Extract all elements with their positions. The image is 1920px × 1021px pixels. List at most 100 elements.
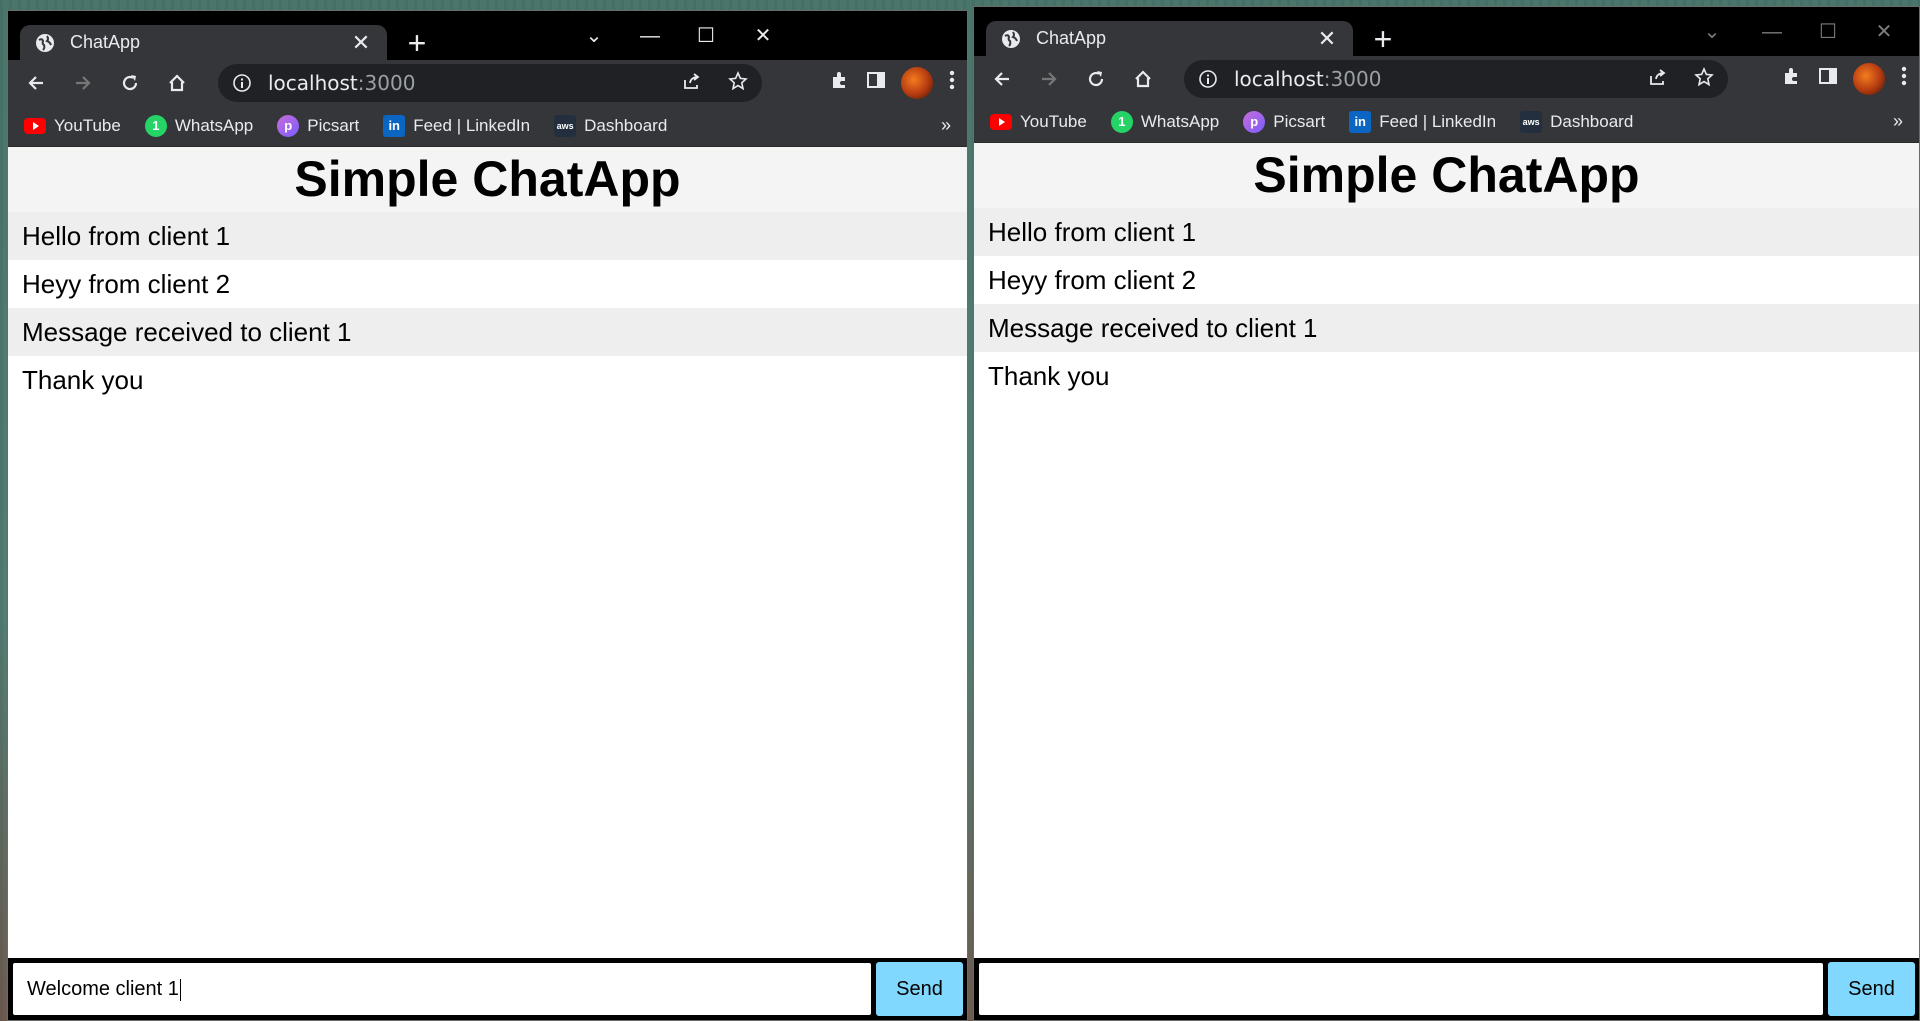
bookmark-label: Picsart [307, 115, 360, 135]
bookmark-picsart[interactable]: p Picsart [1243, 110, 1325, 133]
bookmark-linkedin[interactable]: in Feed | LinkedIn [383, 114, 531, 137]
bookmark-linkedin[interactable]: in Feed | LinkedIn [1349, 110, 1497, 133]
picsart-icon: p [1243, 110, 1266, 133]
bookmark-label: YouTube [1020, 111, 1087, 131]
reload-icon[interactable] [1072, 56, 1119, 101]
bookmark-whatsapp[interactable]: 1 WhatsApp [144, 114, 254, 137]
close-window-button[interactable]: ✕ [743, 21, 783, 51]
address-bar[interactable]: localhost:3000 [218, 64, 762, 102]
forward-arrow-icon[interactable] [1025, 56, 1072, 101]
home-icon[interactable] [1119, 56, 1166, 101]
message-item: Hello from client 1 [8, 212, 967, 260]
extensions-icon[interactable] [1781, 65, 1803, 92]
message-item: Thank you [988, 361, 1110, 391]
bookmarks-bar: YouTube 1 WhatsApp p Picsart in Feed | L… [974, 101, 1919, 143]
forward-arrow-icon[interactable] [59, 60, 106, 105]
bookmark-label: YouTube [54, 115, 121, 135]
bookmark-label: Feed | LinkedIn [413, 115, 531, 135]
message-input[interactable]: Welcome client 1 [12, 962, 872, 1016]
bookmarks-overflow-icon[interactable]: » [941, 115, 951, 136]
more-menu-icon[interactable] [947, 69, 957, 96]
page-content: Simple ChatApp Hello from client 1 Heyy … [974, 143, 1919, 1020]
site-info-icon[interactable] [232, 73, 252, 93]
bookmark-label: Dashboard [1550, 111, 1634, 131]
url-text: localhost:3000 [1234, 67, 1381, 91]
tab-search-icon[interactable]: ⌄ [574, 21, 614, 51]
bookmark-dashboard[interactable]: aws Dashboard [554, 114, 668, 137]
home-icon[interactable] [153, 60, 200, 105]
tab-close-icon[interactable]: ✕ [349, 31, 373, 54]
maximize-button[interactable]: ☐ [686, 21, 726, 51]
share-icon[interactable] [682, 71, 702, 96]
new-tab-button[interactable]: + [400, 27, 434, 59]
send-button[interactable]: Send [1828, 962, 1915, 1016]
message-item: Message received to client 1 [8, 308, 967, 356]
minimize-button[interactable]: — [630, 21, 670, 51]
toolbar: localhost:3000 [974, 56, 1919, 101]
page-content: Simple ChatApp Hello from client 1 Heyy … [8, 147, 967, 1020]
bookmark-youtube[interactable]: YouTube [990, 111, 1087, 133]
site-info-icon[interactable] [1198, 69, 1218, 89]
bookmark-label: Feed | LinkedIn [1379, 111, 1497, 131]
bookmark-dashboard[interactable]: aws Dashboard [1520, 110, 1634, 133]
bookmark-label: Dashboard [584, 115, 668, 135]
linkedin-icon: in [1349, 110, 1372, 133]
youtube-icon [990, 111, 1012, 133]
bookmark-label: WhatsApp [174, 115, 254, 135]
toolbar: localhost:3000 [8, 60, 967, 105]
tab-strip: ChatApp ✕ + ⌄ — ☐ ✕ [8, 11, 967, 60]
bookmark-star-icon[interactable] [1694, 66, 1714, 92]
tab-search-icon[interactable]: ⌄ [1692, 17, 1732, 47]
message-input[interactable] [978, 962, 1824, 1016]
bookmark-picsart[interactable]: p Picsart [277, 114, 360, 137]
bookmark-label: WhatsApp [1140, 111, 1220, 131]
tab-title: ChatApp [70, 32, 141, 52]
page-title: Simple ChatApp [974, 143, 1919, 208]
tab-close-icon[interactable]: ✕ [1315, 27, 1339, 50]
back-arrow-icon[interactable] [978, 56, 1025, 101]
side-panel-icon[interactable] [865, 69, 887, 96]
more-menu-icon[interactable] [1899, 65, 1909, 92]
whatsapp-icon: 1 [144, 114, 167, 137]
url-port: :3000 [1323, 67, 1382, 91]
message-list: Hello from client 1 Heyy from client 2 M… [974, 208, 1919, 400]
address-bar[interactable]: localhost:3000 [1184, 60, 1728, 98]
whatsapp-icon: 1 [1110, 110, 1133, 133]
share-icon[interactable] [1648, 67, 1668, 92]
message-form: Send [974, 958, 1919, 1020]
message-list: Hello from client 1 Heyy from client 2 M… [8, 212, 967, 404]
message-form: Welcome client 1 Send [8, 958, 967, 1020]
linkedin-icon: in [383, 114, 406, 137]
bookmarks-bar: YouTube 1 WhatsApp p Picsart in Feed | L… [8, 105, 967, 147]
maximize-button[interactable]: ☐ [1808, 17, 1848, 47]
tab-title: ChatApp [1036, 28, 1107, 48]
side-panel-icon[interactable] [1817, 65, 1839, 92]
extensions-icon[interactable] [829, 69, 851, 96]
reload-icon[interactable] [106, 60, 153, 105]
url-host: localhost [268, 71, 358, 95]
aws-icon: aws [1520, 110, 1543, 133]
tab-chatapp[interactable]: ChatApp ✕ [986, 21, 1353, 56]
profile-avatar[interactable] [901, 66, 933, 99]
minimize-button[interactable]: — [1752, 17, 1792, 47]
profile-avatar[interactable] [1853, 62, 1885, 95]
message-item: Hello from client 1 [974, 208, 1919, 256]
close-window-button[interactable]: ✕ [1864, 17, 1904, 47]
url-port: :3000 [357, 71, 416, 95]
tab-strip: ChatApp ✕ + ⌄ — ☐ ✕ [974, 7, 1919, 56]
tab-chatapp[interactable]: ChatApp ✕ [20, 25, 387, 60]
url-text: localhost:3000 [268, 71, 415, 95]
back-arrow-icon[interactable] [12, 60, 59, 105]
bookmarks-overflow-icon[interactable]: » [1893, 111, 1903, 132]
bookmark-youtube[interactable]: YouTube [24, 115, 121, 137]
youtube-icon [24, 115, 46, 137]
send-button[interactable]: Send [876, 962, 963, 1016]
message-input-value: Welcome client 1 [27, 978, 179, 1000]
bookmark-star-icon[interactable] [728, 70, 748, 96]
globe-icon [34, 32, 56, 54]
new-tab-button[interactable]: + [1366, 23, 1400, 55]
browser-window-right: ChatApp ✕ + ⌄ — ☐ ✕ localhost:3000 YouTu… [973, 6, 1920, 1021]
message-item: Heyy from client 2 [22, 269, 231, 299]
bookmark-whatsapp[interactable]: 1 WhatsApp [1110, 110, 1220, 133]
globe-icon [1000, 28, 1022, 50]
